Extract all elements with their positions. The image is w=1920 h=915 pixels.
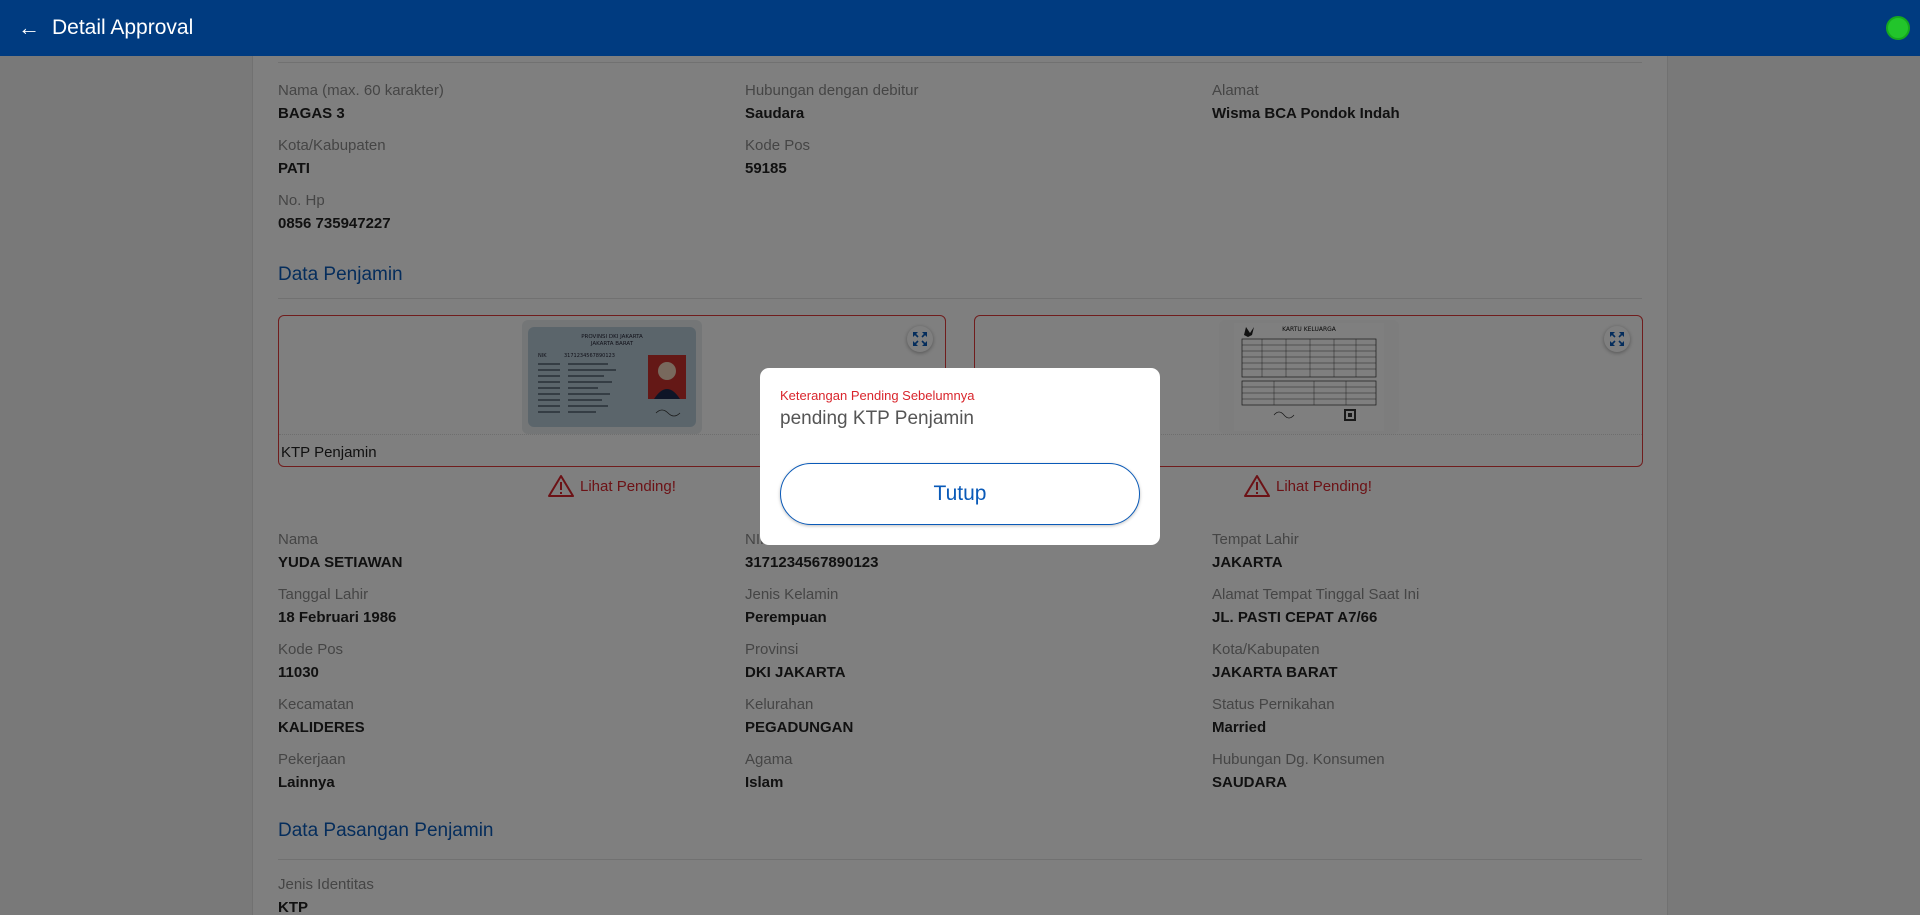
page-title: Detail Approval [52,16,194,39]
app-header: ← Detail Approval [0,0,1920,56]
pending-dialog: Keterangan Pending Sebelumnya pending KT… [760,368,1160,545]
dialog-label: Keterangan Pending Sebelumnya [780,388,975,403]
arrow-left-icon[interactable]: ← [18,17,44,39]
status-indicator-icon [1886,16,1910,40]
tutup-button[interactable]: Tutup [780,463,1140,525]
dialog-text: pending KTP Penjamin [780,408,974,429]
